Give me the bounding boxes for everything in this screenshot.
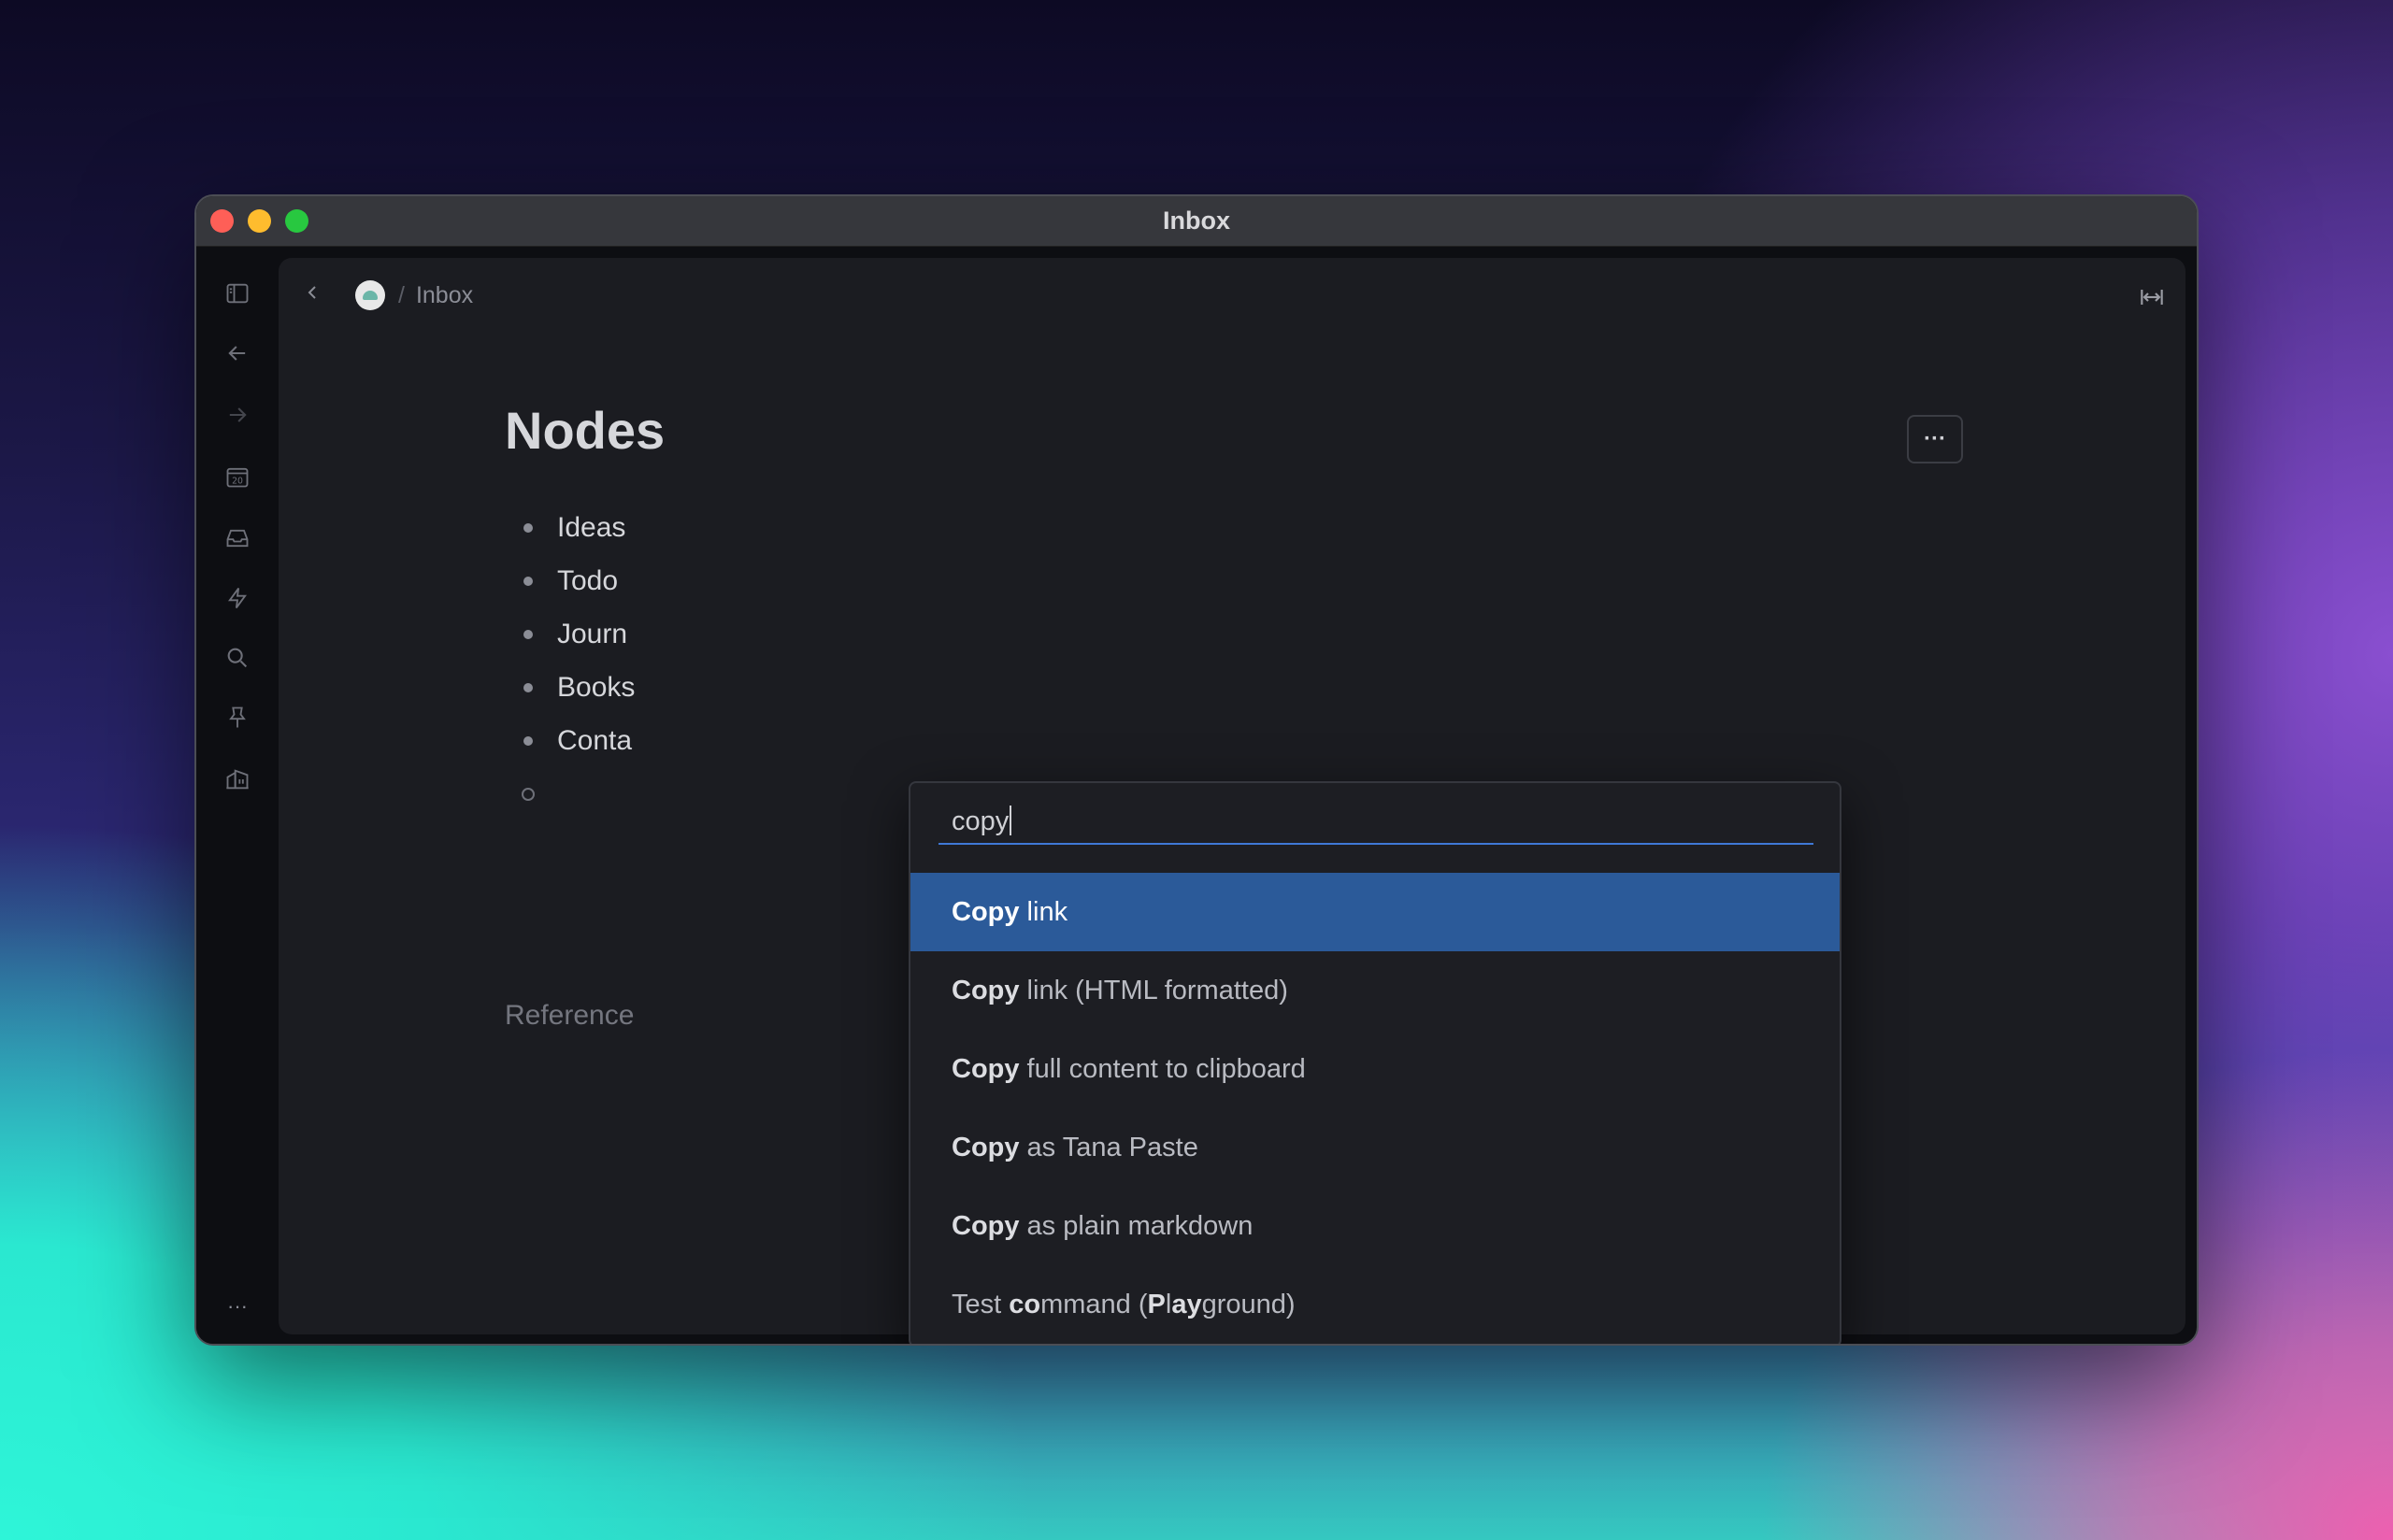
title-bar: Inbox (196, 196, 2197, 247)
command-palette: copy Copy link Copy link (HTML formatted… (909, 781, 1841, 1344)
command-option[interactable]: Copy link (910, 873, 1840, 951)
chevron-left-icon[interactable] (301, 281, 323, 310)
forward-arrow-icon[interactable] (219, 396, 256, 434)
references-heading: Reference (505, 1000, 635, 1031)
command-option[interactable]: Copy link (HTML formatted) (910, 951, 1840, 1030)
search-icon[interactable] (219, 639, 256, 677)
bullet-icon[interactable] (523, 735, 533, 746)
node-list: Ideas Todo Journ Books Conta (522, 501, 635, 820)
page-title: Nodes (505, 401, 666, 460)
window-controls (210, 209, 308, 233)
search-query[interactable]: copy (952, 806, 1009, 836)
breadcrumb: / Inbox (301, 277, 473, 314)
maximize-window-button[interactable] (285, 209, 308, 233)
bullet-icon[interactable] (523, 522, 533, 533)
list-item[interactable]: Journ (523, 607, 635, 661)
back-arrow-icon[interactable] (219, 335, 256, 372)
command-option[interactable]: Copy as plain markdown (910, 1187, 1840, 1265)
list-item[interactable]: Ideas (523, 501, 635, 554)
app-window: Inbox 20 ··· / Inbox Nodes ··· Ideas Tod… (194, 194, 2199, 1346)
list-item[interactable]: Todo (523, 554, 635, 607)
command-results: Copy link Copy link (HTML formatted) Cop… (910, 873, 1840, 1344)
node-label[interactable]: Todo (557, 565, 618, 597)
calendar-day: 20 (232, 477, 243, 487)
node-label[interactable]: Ideas (557, 512, 625, 544)
sidebar-toggle-icon[interactable] (219, 275, 256, 312)
breadcrumb-current[interactable]: Inbox (416, 282, 473, 309)
list-item[interactable]: Conta (523, 714, 635, 767)
window-title: Inbox (1163, 207, 1230, 235)
main-panel: / Inbox Nodes ··· Ideas Todo Journ Books… (279, 258, 2185, 1344)
calendar-icon[interactable]: 20 (219, 458, 256, 495)
bullet-icon[interactable] (523, 629, 533, 639)
close-window-button[interactable] (210, 209, 234, 233)
command-option[interactable]: Test co mmand (Pl ay ground) (910, 1265, 1840, 1344)
page-options-button[interactable]: ··· (1907, 415, 1963, 463)
inbox-icon[interactable] (219, 520, 256, 557)
list-item[interactable]: Books (523, 661, 635, 714)
command-option[interactable]: Copy as Tana Paste (910, 1108, 1840, 1187)
empty-bullet-icon[interactable] (522, 787, 535, 801)
lightning-icon[interactable] (219, 579, 256, 617)
bullet-icon[interactable] (523, 682, 533, 692)
workspace-avatar[interactable] (355, 280, 385, 310)
bullet-icon[interactable] (523, 576, 533, 586)
sidebar-rail: 20 ··· (196, 247, 279, 1344)
text-caret (1010, 806, 1012, 835)
breadcrumb-separator: / (398, 281, 405, 308)
more-icon[interactable]: ··· (219, 1288, 256, 1325)
workspace-home-icon[interactable] (219, 761, 256, 798)
pin-icon[interactable] (219, 699, 256, 736)
minimize-window-button[interactable] (248, 209, 271, 233)
node-label[interactable]: Books (557, 672, 635, 704)
expand-width-icon[interactable] (2137, 282, 2167, 317)
node-label[interactable]: Journ (557, 619, 627, 650)
node-label[interactable]: Conta (557, 725, 632, 757)
command-search-input[interactable]: copy (939, 798, 1813, 845)
new-node-item[interactable] (522, 767, 635, 820)
command-option[interactable]: Copy full content to clipboard (910, 1030, 1840, 1108)
